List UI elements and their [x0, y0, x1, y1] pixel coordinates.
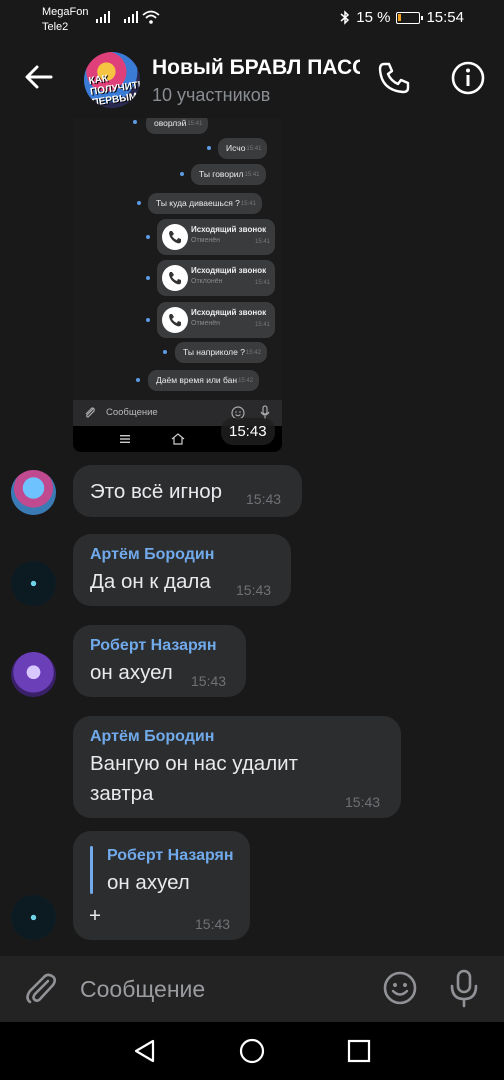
mini-call-message: Исходящий звонок Отменён 15:41 — [157, 219, 275, 255]
reply-author: Роберт Назарян — [107, 847, 234, 864]
unread-dot — [137, 201, 141, 205]
signal-1-icon — [96, 11, 110, 23]
unread-dot — [136, 378, 140, 382]
emoji-icon[interactable] — [382, 970, 418, 1006]
carrier-1: MegaFon — [42, 6, 89, 18]
microphone-icon[interactable] — [446, 968, 482, 1008]
status-bar: MegaFon Tele2 15 % 15:54 — [0, 0, 504, 38]
message-text: завтра — [90, 782, 154, 805]
message-time: 15:43 — [345, 794, 381, 810]
menu-icon — [120, 435, 130, 443]
message-author[interactable]: Роберт Назарян — [90, 637, 217, 655]
message-text: он ахуел — [90, 661, 173, 684]
mini-message: Даём время или бан 15:42 — [148, 370, 260, 391]
nav-recents-icon[interactable] — [346, 1038, 372, 1064]
message-text: + — [89, 904, 101, 927]
paperclip-icon[interactable] — [22, 970, 58, 1006]
nav-back-icon[interactable] — [131, 1037, 159, 1065]
message-bubble[interactable]: Артём Бородин Да он к дала 15:43 — [73, 534, 291, 606]
chat-members-count[interactable]: 10 участников — [152, 85, 270, 106]
image-message[interactable]: оворлэй 15:41 Исчо 15:41 Ты говорил 15:41 Т… — [73, 118, 282, 452]
reply-text: он ахуел — [107, 871, 190, 894]
carrier-2: Tele2 — [42, 21, 69, 33]
message-bubble[interactable]: Роберт Назарян он ахуел + 15:43 — [73, 831, 250, 940]
mini-message: Исчо 15:41 — [218, 138, 268, 159]
mini-call-message: Исходящий звонок Отменён 15:41 — [157, 302, 275, 338]
nav-home-icon[interactable] — [238, 1037, 266, 1065]
phone-icon[interactable] — [376, 60, 412, 96]
avatar[interactable] — [11, 652, 56, 697]
message-time: 15:43 — [246, 491, 282, 507]
bluetooth-icon — [340, 10, 350, 25]
chat-header: КАК ПОЛУЧИТЬ ПЕРВЫМ Новый БРАВЛ ПАСС 10 … — [0, 38, 504, 118]
message-composer: Сообщение — [0, 956, 504, 1022]
message-time: 15:43 — [236, 582, 272, 598]
carrier-names: MegaFon Tele2 — [42, 5, 88, 35]
system-navbar — [0, 1022, 504, 1080]
battery-icon — [396, 11, 424, 24]
mini-message: оворлэй 15:41 — [146, 118, 209, 134]
unread-dot — [133, 120, 137, 124]
avatar[interactable] — [11, 561, 56, 606]
message-text: Это всё игнор — [90, 480, 223, 503]
message-text: Вангую он нас удалит — [90, 752, 299, 775]
message-time: 15:43 — [191, 673, 227, 689]
status-time: 15:54 — [426, 9, 464, 26]
wifi-icon — [142, 10, 160, 24]
unread-dot — [146, 276, 150, 280]
message-text: Да он к дала — [90, 570, 211, 593]
battery-percent: 15 % — [356, 9, 391, 26]
mini-message: Ты говорил 15:41 — [191, 164, 266, 185]
home-icon — [171, 433, 185, 445]
message-bubble[interactable]: Роберт Назарян он ахуел 15:43 — [73, 625, 246, 697]
image-timestamp: 15:43 — [221, 418, 275, 445]
unread-dot — [163, 350, 167, 354]
unread-dot — [146, 235, 150, 239]
back-arrow-icon[interactable] — [22, 60, 56, 94]
unread-dot — [207, 146, 211, 150]
mini-message: Ты наприколе ? 15:42 — [175, 342, 267, 363]
mini-call-message: Исходящий звонок Отклонён 15:41 — [157, 260, 275, 296]
message-bubble[interactable]: Это всё игнор 15:43 — [73, 465, 302, 517]
avatar[interactable] — [11, 470, 56, 515]
paperclip-icon — [85, 407, 95, 418]
unread-dot — [146, 318, 150, 322]
avatar[interactable] — [11, 895, 56, 940]
message-author[interactable]: Артём Бородин — [90, 546, 214, 564]
chat-avatar-text: КАК ПОЛУЧИТЬ ПЕРВЫМ — [87, 73, 140, 108]
info-icon[interactable] — [450, 60, 486, 96]
reply-bar — [90, 846, 93, 894]
chat-title[interactable]: Новый БРАВЛ ПАСС — [152, 56, 360, 80]
chat-avatar[interactable]: КАК ПОЛУЧИТЬ ПЕРВЫМ — [84, 52, 140, 108]
signal-2-icon — [124, 11, 138, 23]
message-author[interactable]: Артём Бородин — [90, 728, 214, 746]
message-input[interactable]: Сообщение — [80, 976, 205, 1003]
unread-dot — [180, 172, 184, 176]
message-time: 15:43 — [195, 916, 231, 932]
mini-message: Ты куда диваешься ? 15:41 — [148, 193, 262, 214]
message-bubble[interactable]: Артём Бородин Вангую он нас удалит завтр… — [73, 716, 401, 818]
